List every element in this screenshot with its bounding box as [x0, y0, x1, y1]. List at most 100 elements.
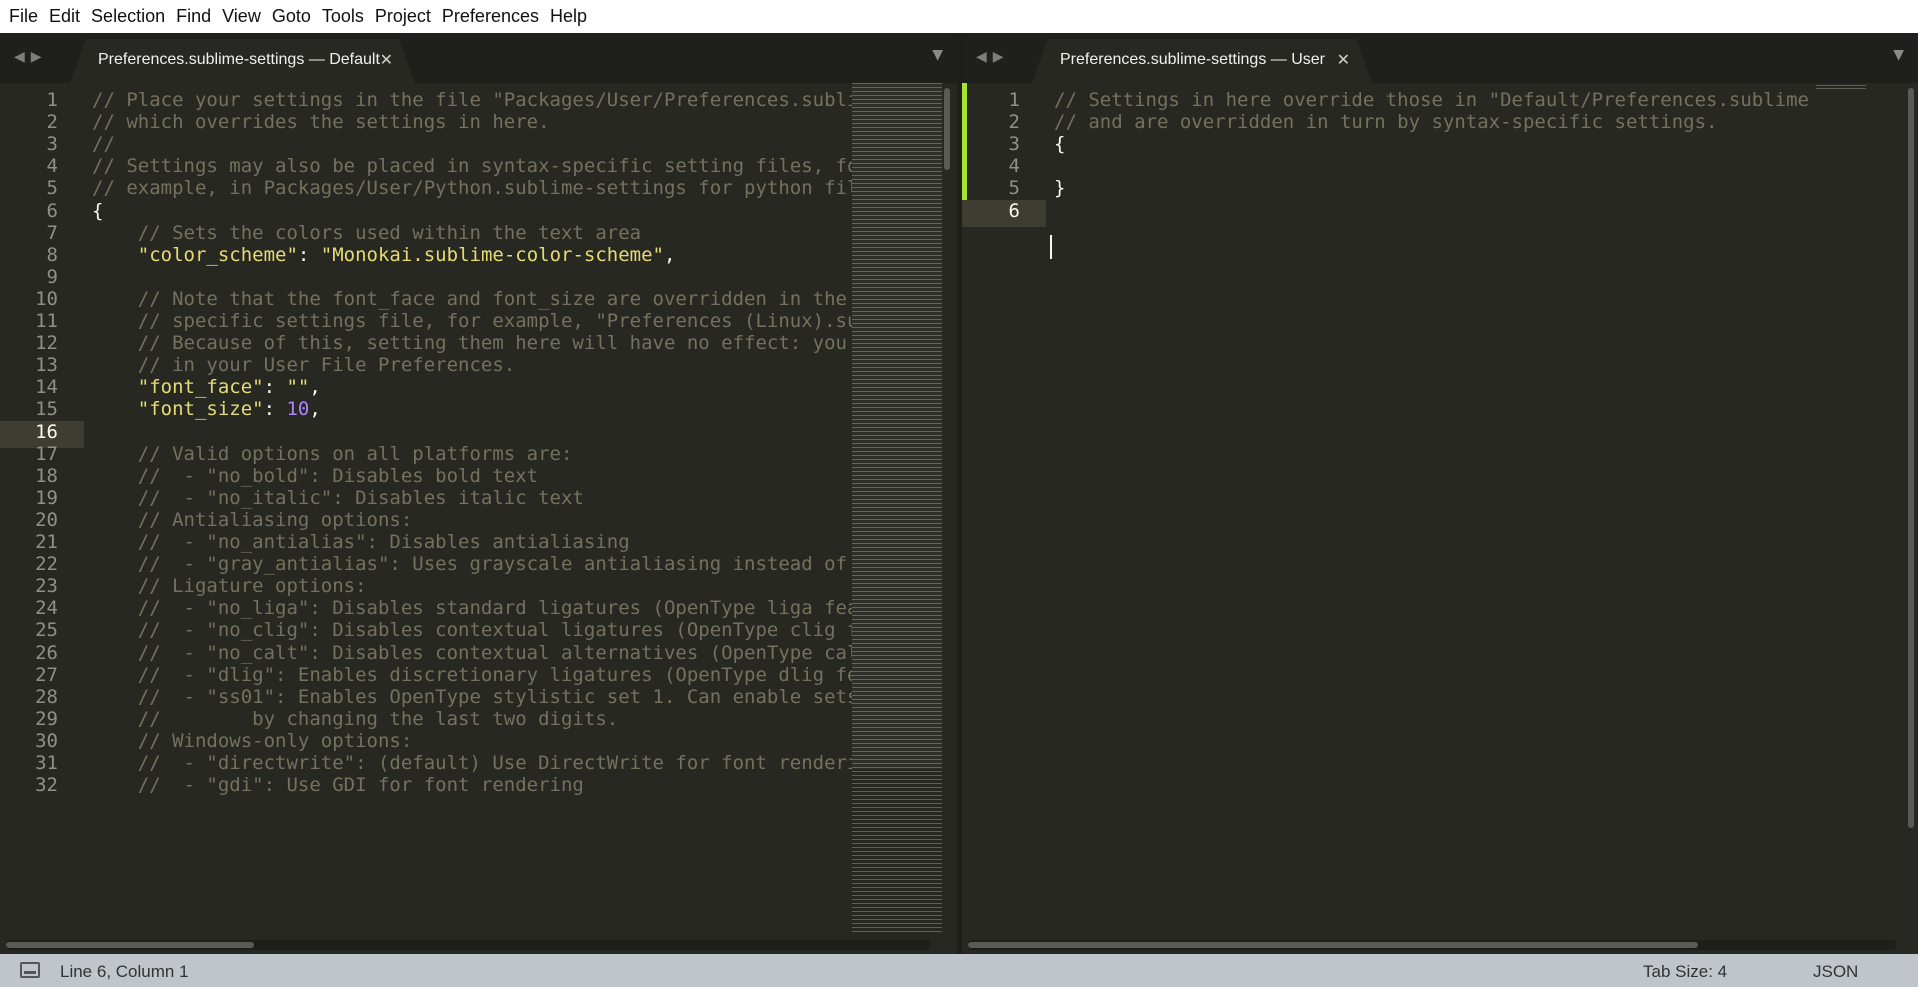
tab-bar: ◀ ▶ Preferences.sublime-settings — Defau… [0, 33, 957, 83]
code-token: // example, in Packages/User/Python.subl… [92, 177, 852, 200]
editor-pane-right: ◀ ▶ Preferences.sublime-settings — User … [962, 33, 1918, 954]
status-bar: Line 6, Column 1 Tab Size: 4 JSON [0, 954, 1918, 987]
tab-nav: ◀ ▶ [976, 49, 1004, 65]
menu-edit[interactable]: Edit [45, 0, 84, 33]
code-token: // - "no_italic": Disables italic text [92, 486, 584, 509]
menu-project[interactable]: Project [371, 0, 435, 33]
code-token: // - "gdi": Use GDI for font rendering [92, 774, 584, 797]
menu-preferences[interactable]: Preferences [438, 0, 543, 33]
code-line[interactable]: "color_scheme": "Monokai.sublime-color-s… [92, 242, 676, 269]
code-token: // Windows-only options: [92, 729, 413, 752]
text-caret [1050, 235, 1052, 259]
minimap-content [1816, 85, 1866, 90]
code-token: // and are overridden in turn by syntax-… [1054, 111, 1718, 134]
code-token: // - "no_calt": Disables contextual alte… [137, 641, 852, 664]
scrollbar-thumb[interactable] [944, 88, 950, 170]
code-line[interactable]: // - "gdi": Use GDI for font rendering [92, 772, 584, 799]
code-token: // Place your settings in the file "Pack… [92, 89, 852, 111]
vertical-scrollbar[interactable] [1906, 83, 1916, 934]
scrollbar-thumb[interactable] [968, 942, 1698, 948]
code-token: // which overrides the settings in here. [92, 111, 550, 134]
menu-tools[interactable]: Tools [318, 0, 368, 33]
code-token: // Valid options on all platforms are: [92, 442, 573, 465]
code-token: // Antialiasing options: [92, 508, 413, 531]
code-token: // - "no_clig": Disables contextual liga… [137, 619, 852, 642]
code-token: // Note that the font_face and font_size… [137, 287, 847, 310]
code-line[interactable]: // example, in Packages/User/Python.subl… [92, 175, 852, 202]
code-token: // Settings in here override those in "D… [1054, 89, 1818, 111]
code-token: "" [286, 376, 310, 399]
menu-view[interactable]: View [218, 0, 265, 33]
line-number: 32 [35, 774, 58, 797]
code-token: // by changing the last two digits. [92, 707, 619, 730]
code-line[interactable]: { [1054, 131, 1065, 158]
tab-next-icon[interactable]: ▶ [31, 49, 42, 65]
code-token: , [309, 398, 321, 421]
code-token: // - "no_liga": Disables standard ligatu… [92, 597, 852, 620]
code-area[interactable]: // Place your settings in the file "Pack… [92, 83, 852, 954]
menu-goto[interactable]: Goto [268, 0, 315, 33]
menu-help[interactable]: Help [546, 0, 591, 33]
menu-selection[interactable]: Selection [87, 0, 169, 33]
line-number-gutter: 1 2 3 4 5 6 7 8 9 10 11 12 13 14 15 16 17 18 19 20 21 22 23 24 2… [0, 83, 80, 954]
code-token: // Ligature options: [92, 575, 367, 598]
tab-title: Preferences.sublime-settings — Default [98, 51, 380, 68]
code-token: } [1054, 177, 1066, 200]
line-number: 6 [1008, 199, 1020, 222]
horizontal-scrollbar[interactable] [6, 940, 930, 950]
code-token: { [92, 199, 104, 222]
code-token: : [263, 376, 287, 399]
code-token: "color_scheme" [92, 243, 298, 266]
syntax-indicator[interactable]: JSON [1813, 962, 1858, 982]
tab-bar: ◀ ▶ Preferences.sublime-settings — User … [962, 33, 1918, 83]
code-token: // Sets the colors used within the text … [92, 221, 642, 244]
text-editor[interactable]: 123456 // Settings in here override thos… [962, 83, 1918, 954]
tab-prev-icon[interactable]: ◀ [14, 49, 25, 65]
code-token: // Because of this, setting them here wi… [137, 332, 847, 355]
code-token: // [92, 133, 115, 156]
close-icon[interactable]: ✕ [1337, 50, 1350, 69]
text-editor[interactable]: 1 2 3 4 5 6 7 8 9 10 11 12 13 14 15 16 17 18 19 20 21 22 23 24 2… [0, 83, 957, 954]
scrollbar-thumb[interactable] [6, 942, 254, 948]
scrollbar-thumb[interactable] [1908, 88, 1914, 828]
code-token: // - "directwrite": (default) Use Direct… [92, 752, 852, 774]
code-token: // Settings may also be placed in syntax… [92, 155, 852, 178]
code-area[interactable]: // Settings in here override those in "D… [1054, 83, 1818, 954]
tab-prev-icon[interactable]: ◀ [976, 49, 987, 65]
tab-size-indicator[interactable]: Tab Size: 4 [1643, 962, 1727, 982]
panel-toggle-icon[interactable] [20, 962, 40, 978]
menu-file[interactable]: File [5, 0, 42, 33]
code-token: "font_face" [92, 376, 264, 399]
code-token: , [663, 243, 676, 266]
minimap[interactable] [1812, 83, 1906, 934]
tab-next-icon[interactable]: ▶ [993, 49, 1004, 65]
code-token: { [1054, 133, 1066, 156]
cursor-position[interactable]: Line 6, Column 1 [60, 962, 189, 982]
vertical-scrollbar[interactable] [942, 83, 952, 934]
code-line[interactable]: // which overrides the settings in here. [92, 109, 550, 136]
code-token: // in your User File Preferences. [92, 354, 516, 377]
code-line[interactable]: // and are overridden in turn by syntax-… [1054, 109, 1717, 136]
code-line[interactable]: } [1054, 175, 1065, 202]
code-token: "font_size" [92, 398, 264, 421]
chevron-down-icon[interactable]: ▼ [1893, 47, 1904, 63]
code-token: "Monokai.sublime-color-scheme" [320, 243, 664, 266]
code-line[interactable]: "font_size": 10, [92, 396, 321, 423]
chevron-down-icon[interactable]: ▼ [932, 47, 943, 63]
code-token: // - "ss01": Enables OpenType stylistic … [137, 685, 852, 708]
code-token: // specific settings file, for example, … [137, 310, 852, 332]
minimap[interactable] [852, 83, 942, 934]
menu-find[interactable]: Find [172, 0, 215, 33]
tab-user-settings[interactable]: Preferences.sublime-settings — User ✕ [1032, 39, 1372, 83]
editor-pane-left: ◀ ▶ Preferences.sublime-settings — Defau… [0, 33, 957, 954]
tab-default-settings[interactable]: Preferences.sublime-settings — Default ✕ [70, 39, 415, 83]
minimap-viewport[interactable] [852, 83, 942, 769]
close-icon[interactable]: ✕ [380, 50, 393, 69]
code-token: : [263, 398, 287, 421]
horizontal-scrollbar[interactable] [968, 940, 1896, 950]
code-token: : [297, 243, 321, 266]
tab-nav: ◀ ▶ [14, 49, 42, 65]
code-token: // - "no_bold": Disables bold text [92, 464, 539, 487]
tab-title: Preferences.sublime-settings — User [1060, 51, 1325, 68]
code-token: // - "gray_antialias": Uses grayscale an… [137, 553, 847, 576]
